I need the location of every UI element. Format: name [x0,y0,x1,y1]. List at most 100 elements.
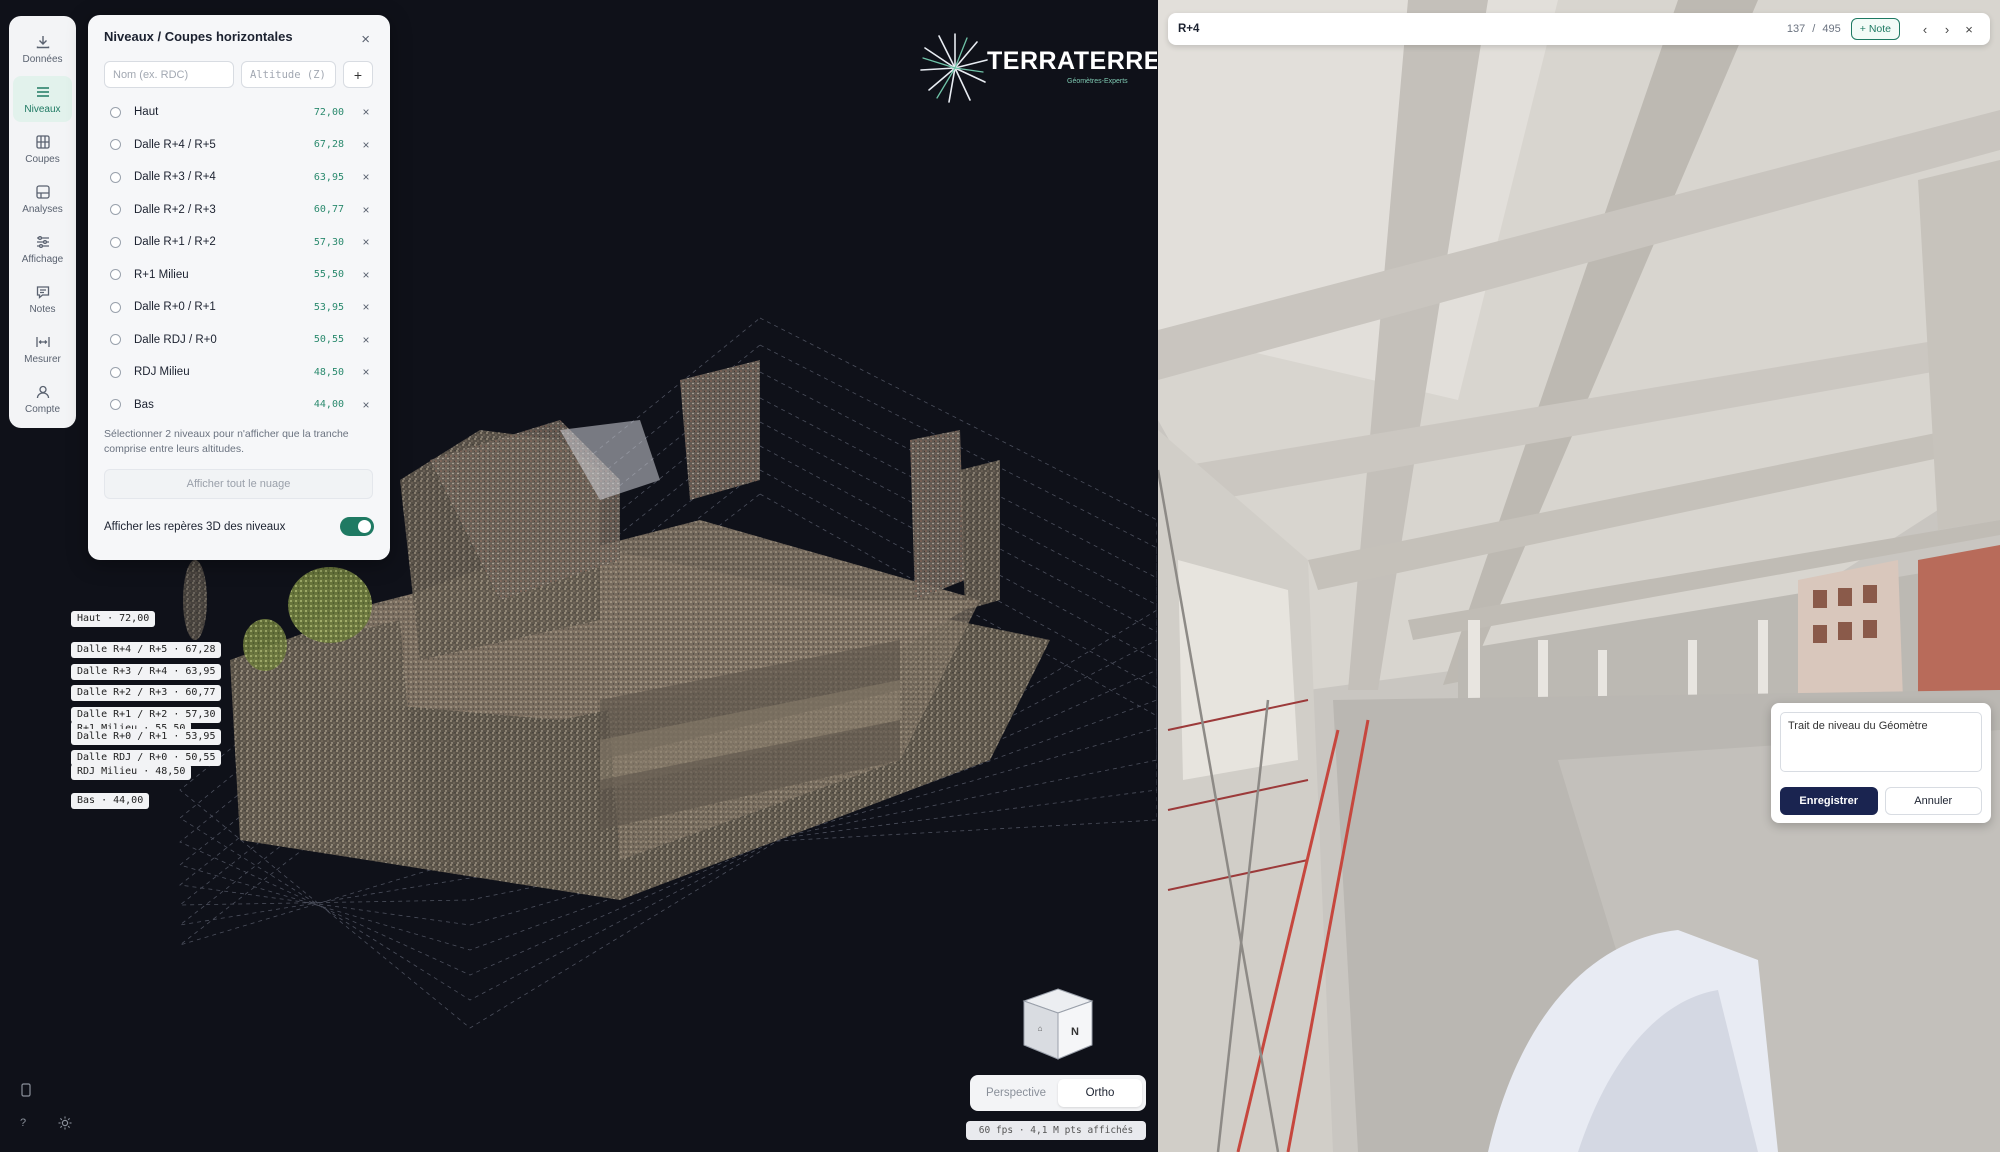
markers-toggle[interactable] [340,517,374,536]
panorama-current: 137 [1786,23,1806,35]
level-name: Bas [134,398,154,411]
chat-icon [36,285,49,299]
level-marker-tag: Bas · 44,00 [71,793,150,809]
save-note-button[interactable]: Enregistrer [1780,787,1878,815]
level-row[interactable]: Dalle R+4 / R+5 67,28 × [104,129,374,162]
delete-level-button[interactable]: × [358,105,374,119]
panorama-viewer[interactable]: R+4 137 / 495 + Note ‹ › × [1158,0,2000,1152]
note-editor: Trait de niveau du Géomètre Enregistrer … [1771,703,1991,823]
level-marker-tag: Dalle R+4 / R+5 · 67,28 [71,642,222,658]
sidebar-item-coupes[interactable]: Coupes [13,126,72,172]
level-radio[interactable] [110,366,121,378]
level-marker-tag: Dalle R+2 / R+3 · 60,77 [71,685,222,701]
level-marker-tag: Dalle R+3 / R+4 · 63,95 [71,664,222,680]
sidebar-item-analyses[interactable]: Analyses [13,176,72,222]
download-icon [36,35,49,48]
level-radio[interactable] [110,171,121,183]
delete-level-button[interactable]: × [358,365,374,379]
perspective-button[interactable]: Perspective [974,1079,1058,1107]
panorama-separator: / [1812,23,1816,35]
sidebar-item-label: Compte [24,403,60,415]
next-panorama-button[interactable]: › [1936,22,1958,37]
level-name: R+1 Milieu [134,268,189,281]
level-radio[interactable] [110,204,121,216]
sidebar-item-compte[interactable]: Compte [13,376,72,422]
delete-level-button[interactable]: × [358,170,374,184]
level-row[interactable]: Dalle R+2 / R+3 60,77 × [104,194,374,227]
level-radio[interactable] [110,301,121,313]
add-note-button[interactable]: + Note [1850,18,1900,40]
panorama-counter: 137 / 495 [1787,23,1841,35]
level-name: Dalle R+0 / R+1 [134,301,216,314]
level-marker-tag: RDJ Milieu · 48,50 [71,764,192,780]
cancel-note-button[interactable]: Annuler [1884,787,1982,815]
panorama-image[interactable] [1158,0,2000,1152]
delete-level-button[interactable]: × [358,138,374,152]
ortho-button[interactable]: Ortho [1058,1079,1142,1107]
add-level-button[interactable]: + [343,61,373,88]
sidebar-item-affichage[interactable]: Affichage [13,226,72,272]
level-name: Dalle R+2 / R+3 [134,203,216,216]
device-icon[interactable] [20,1083,32,1100]
sidebar-item-notes[interactable]: Notes [13,276,72,322]
delete-level-button[interactable]: × [358,235,374,249]
level-row[interactable]: R+1 Milieu 55,50 × [104,259,374,292]
level-row[interactable]: Bas 44,00 × [104,389,374,422]
level-altitude: 48,50 [313,366,344,378]
sidebar-item-label: Notes [29,303,56,315]
svg-text:⌂: ⌂ [1038,1024,1043,1033]
level-radio[interactable] [110,399,121,411]
chart-icon [35,184,50,199]
sidebar-item-donnees[interactable]: Données [13,26,72,72]
note-text-input[interactable]: Trait de niveau du Géomètre [1780,712,1982,772]
level-radio[interactable] [110,269,121,281]
previous-panorama-button[interactable]: ‹ [1914,22,1936,37]
navigation-cube[interactable]: N ⌂ [1018,985,1098,1063]
level-name: Dalle RDJ / R+0 [134,333,217,346]
level-name: Dalle R+4 / R+5 [134,138,216,151]
delete-level-button[interactable]: × [358,300,374,314]
note-actions: Enregistrer Annuler [1780,787,1982,815]
panorama-total: 495 [1822,23,1841,35]
panorama-toolbar: R+4 137 / 495 + Note ‹ › × [1168,13,1990,45]
sidebar-item-label: Coupes [25,153,60,165]
level-name: Dalle R+1 / R+2 [134,236,216,249]
toggle-knob [358,520,371,533]
level-name: RDJ Milieu [134,366,190,379]
level-altitude: 60,77 [313,204,344,216]
help-icon[interactable]: ? [20,1117,26,1129]
level-radio[interactable] [110,236,121,248]
level-row[interactable]: Dalle RDJ / R+0 50,55 × [104,324,374,357]
delete-level-button[interactable]: × [358,268,374,282]
close-panel-button[interactable]: × [361,31,370,48]
sidebar-item-label: Niveaux [24,103,61,115]
level-altitude: 57,30 [313,236,344,248]
level-row[interactable]: RDJ Milieu 48,50 × [104,356,374,389]
sidebar-item-mesurer[interactable]: Mesurer [13,326,72,372]
markers-toggle-label: Afficher les repères 3D des niveaux [104,520,286,533]
delete-level-button[interactable]: × [358,333,374,347]
show-all-cloud-button[interactable]: Afficher tout le nuage [104,469,373,499]
add-level-form: + [104,61,374,88]
delete-level-button[interactable]: × [358,398,374,412]
sidebar-item-niveaux[interactable]: Niveaux [13,76,72,122]
level-row[interactable]: Dalle R+3 / R+4 63,95 × [104,161,374,194]
ruler-icon [35,336,50,347]
level-row[interactable]: Haut 72,00 × [104,96,374,129]
level-radio[interactable] [110,139,121,151]
theme-sun-icon[interactable] [58,1116,72,1133]
close-panorama-button[interactable]: × [1958,22,1980,37]
delete-level-button[interactable]: × [358,203,374,217]
level-altitude: 50,55 [313,334,344,346]
level-row[interactable]: Dalle R+0 / R+1 53,95 × [104,291,374,324]
grid-icon [35,134,50,149]
sliders-icon [36,235,49,248]
level-name: Dalle R+3 / R+4 [134,171,216,184]
level-radio[interactable] [110,106,121,118]
level-altitude: 53,95 [313,301,344,313]
starburst-logo-icon [920,33,988,103]
level-altitude-input[interactable] [241,61,336,88]
level-row[interactable]: Dalle R+1 / R+2 57,30 × [104,226,374,259]
level-radio[interactable] [110,334,121,346]
level-name-input[interactable] [104,61,234,88]
